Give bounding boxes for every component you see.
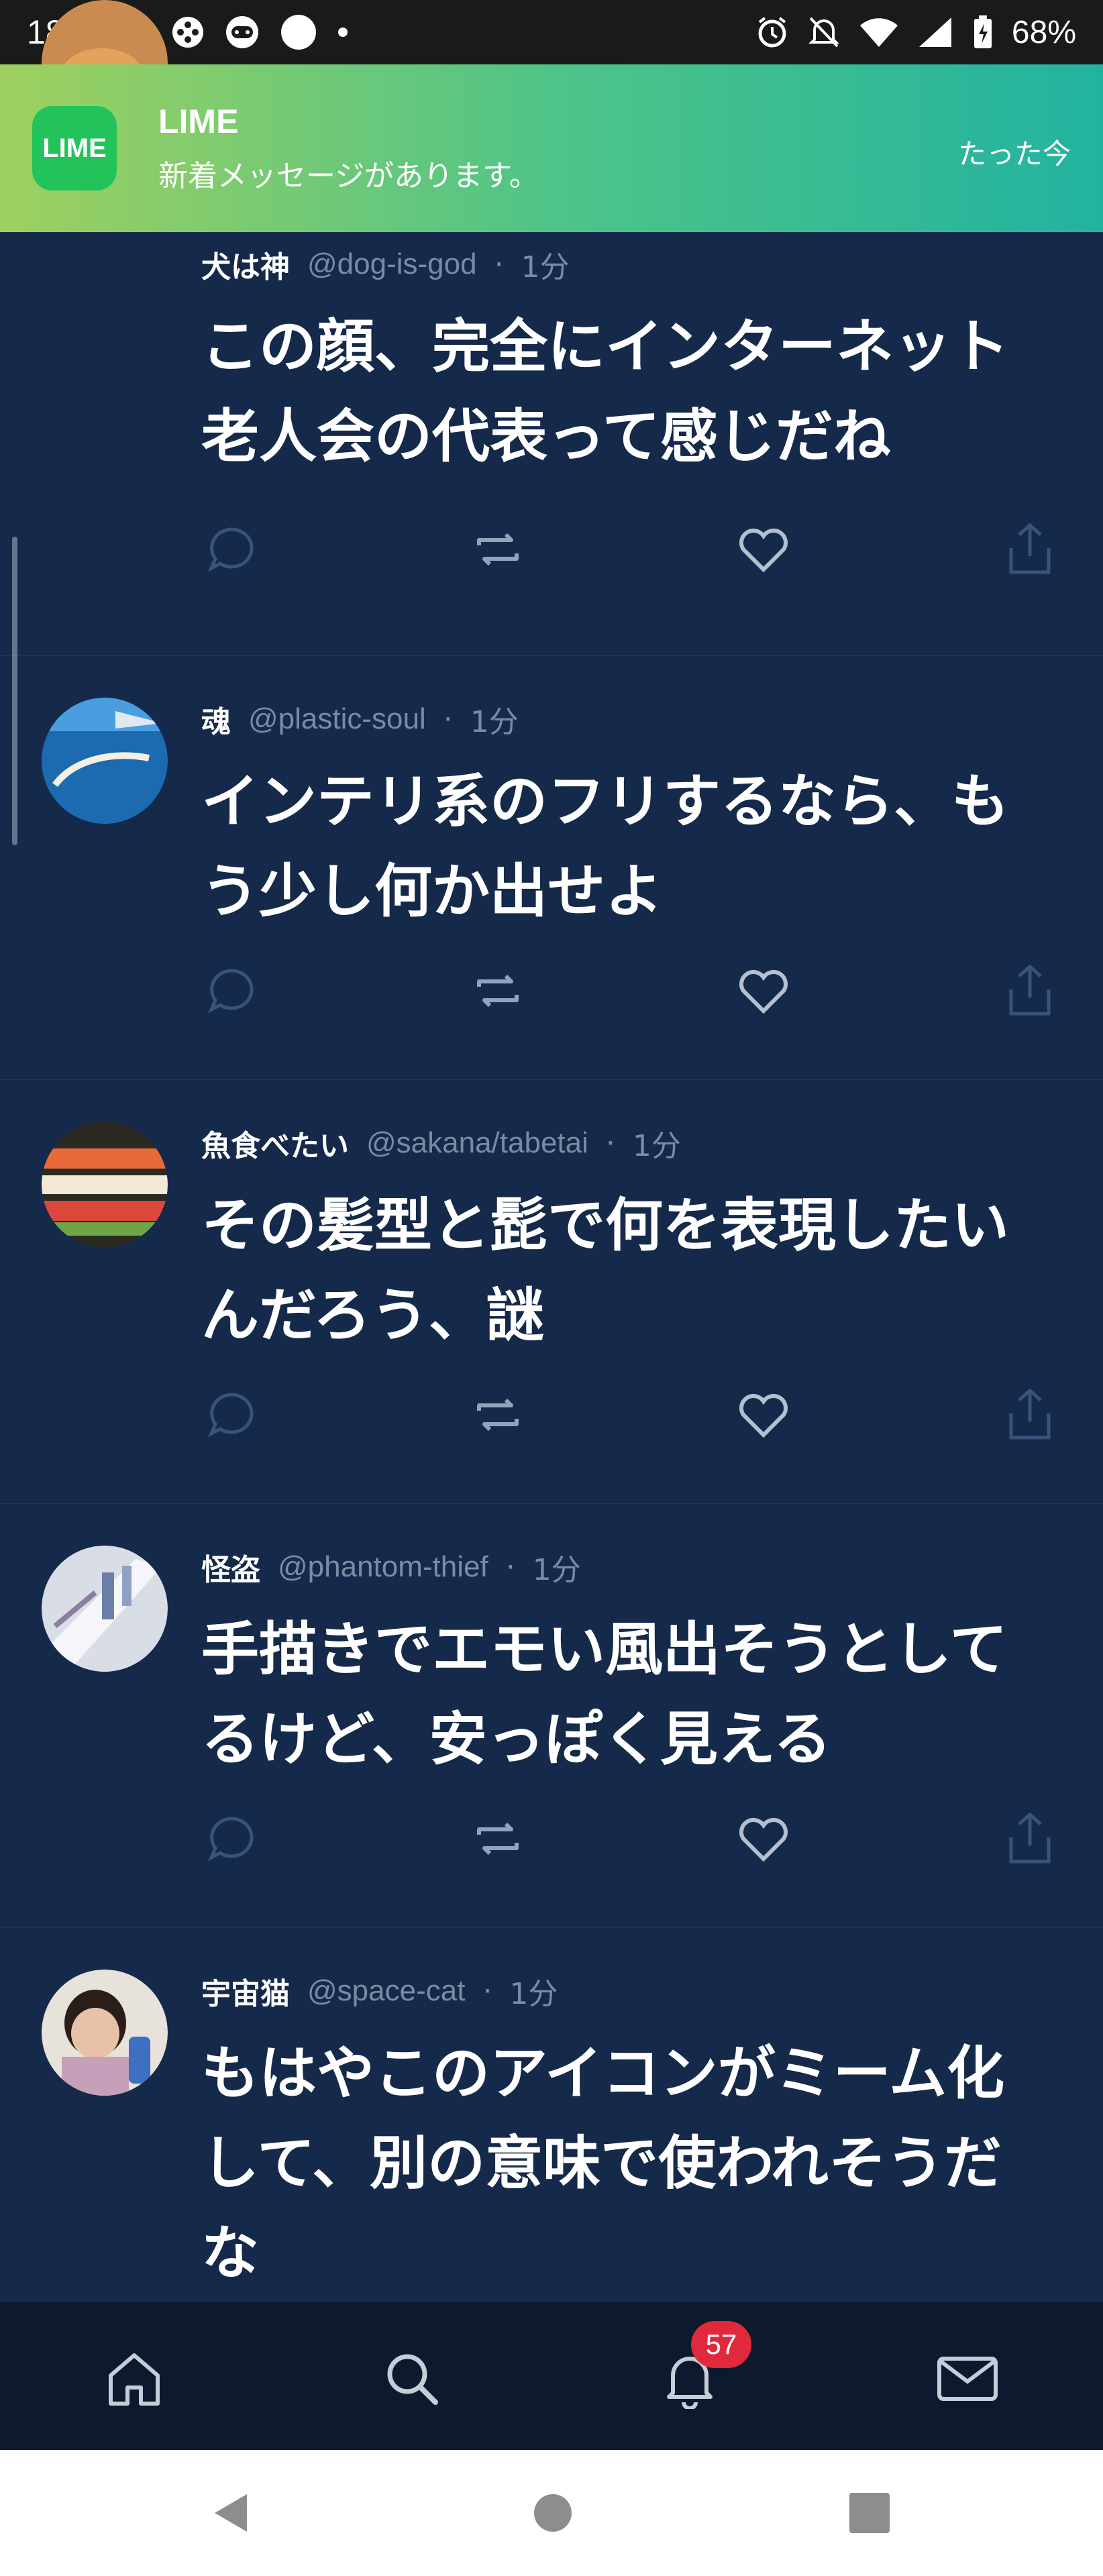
back-icon[interactable] [208,2490,254,2536]
bottom-nav: 57 [0,2302,1103,2450]
post-author-name[interactable]: 怪盗 [201,1546,260,1589]
post-author-handle[interactable]: @space-cat [307,1974,465,2008]
share-icon[interactable] [1000,1385,1060,1445]
home-button-icon[interactable] [533,2490,573,2536]
notification-body: 新着メッセージがあります。 [158,159,539,193]
post-text-line: もはやこのアイコンがミーム化 [201,2040,1005,2107]
notification-time: たった今 [957,138,1071,170]
post-text-line: インテリ系のフリするなら、も [201,768,1009,835]
post-author-handle[interactable]: @sakana/tabetai [366,1126,588,1160]
post-text-line: う少し何か出せよ [201,858,663,925]
like-icon[interactable] [733,961,794,1021]
window-avatar[interactable] [42,1546,168,1672]
post-actions [201,1385,1060,1445]
notification-badge: 57 [691,2321,751,2368]
post-text-line: んだろう、謎 [201,1282,544,1349]
post-author-name[interactable]: 魂 [201,698,231,741]
recent-apps-icon[interactable] [848,2490,891,2536]
lime-app-logo: LIME [32,106,117,191]
mail-icon[interactable] [934,2345,1001,2412]
post-text-line: その髪型と髭で何を表現したい [201,1192,1009,1259]
post-meta: 宇宙猫 @space-cat · 1分 [201,1970,558,2012]
meta-separator: · [605,1126,615,1161]
post-text-line: るけど、安っぽく見える [201,1706,832,1773]
post-time: 1分 [509,1977,558,2011]
share-icon[interactable] [1000,519,1060,580]
post-time: 1分 [532,1553,581,1587]
reply-icon[interactable] [201,961,262,1021]
post-meta: 魂 @plastic-soul · 1分 [201,698,519,741]
post-text: 手描きでエモい風出そうとして るけど、安っぽく見える [201,1605,1073,1784]
system-nav-bar [0,2450,1103,2576]
post-meta: 魚食べたい @sakana/tabetai · 1分 [201,1122,681,1165]
post-actions [201,961,1060,1021]
meta-separator: · [482,1974,492,2008]
post-meta: 犬は神 @dog-is-god · 1分 [201,243,570,286]
post-time: 1分 [470,705,519,739]
post-text-line: 老人会の代表って感じだね [201,403,891,470]
repost-icon[interactable] [468,1385,528,1445]
post-text: この顔、完全にインターネット 老人会の代表って感じだね [201,302,1073,482]
post-actions [201,519,1060,580]
post-text: インテリ系のフリするなら、も う少し何か出せよ [201,757,1073,936]
share-icon[interactable] [1000,1809,1060,1869]
post-time: 1分 [632,1129,681,1163]
home-icon[interactable] [101,2345,168,2412]
notification-banner[interactable]: LIME LIME 新着メッセージがあります。 たった今 [0,64,1103,232]
repost-icon[interactable] [468,961,528,1021]
reply-icon[interactable] [201,519,262,580]
post-actions [201,1809,1060,1869]
repost-icon[interactable] [468,1809,528,1869]
post-item[interactable]: 魚食べたい @sakana/tabetai · 1分 その髪型と髭で何を表現した… [0,1080,1103,1504]
share-icon[interactable] [1000,961,1060,1021]
post-author-handle[interactable]: @dog-is-god [307,248,477,281]
post-author-name[interactable]: 犬は神 [201,243,290,286]
like-icon[interactable] [733,1809,794,1869]
post-text: その髪型と髭で何を表現したい んだろう、謎 [201,1181,1073,1360]
post-time: 1分 [521,250,570,284]
like-icon[interactable] [733,1385,794,1445]
post-author-handle[interactable]: @phantom-thief [278,1550,488,1584]
post-text-line: この顔、完全にインターネット [201,313,1009,380]
reply-icon[interactable] [201,1809,262,1869]
post-meta: 怪盗 @phantom-thief · 1分 [201,1546,581,1589]
post-text-line: な [201,2220,259,2287]
post-item[interactable]: 怪盗 @phantom-thief · 1分 手描きでエモい風出そうとして るけ… [0,1504,1103,1928]
notification-title: LIME [158,103,239,140]
earth-avatar[interactable] [42,698,168,824]
meta-separator: · [494,247,504,282]
post-text-line: 手描きでエモい風出そうとして [201,1616,1008,1683]
sushi-avatar[interactable] [42,1122,168,1248]
scroll-indicator[interactable] [12,537,17,845]
post-author-handle[interactable]: @plastic-soul [248,702,426,736]
baby-avatar[interactable] [42,1970,168,2096]
meta-separator: · [505,1550,515,1585]
post-item[interactable]: 魂 @plastic-soul · 1分 インテリ系のフリするなら、も う少し何… [0,656,1103,1080]
meta-separator: · [443,702,453,737]
search-icon[interactable] [378,2345,445,2412]
like-icon[interactable] [733,519,794,580]
repost-icon[interactable] [468,519,528,580]
post-author-name[interactable]: 宇宙猫 [201,1970,290,2012]
post-text: もはやこのアイコンがミーム化 して、別の意味で使われそうだ な [201,2029,1073,2298]
reply-icon[interactable] [201,1385,262,1445]
post-author-name[interactable]: 魚食べたい [201,1122,349,1165]
post-text-line: して、別の意味で使われそうだ [201,2130,1002,2197]
